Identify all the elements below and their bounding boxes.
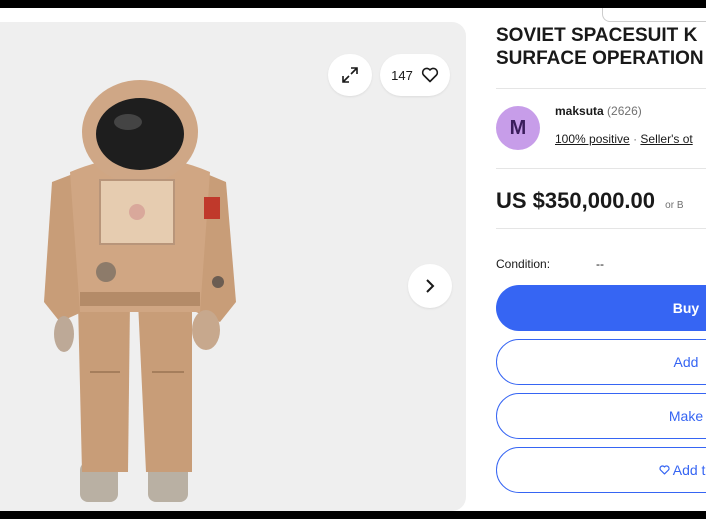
divider xyxy=(496,228,706,229)
condition-value: -- xyxy=(596,257,604,271)
expand-button[interactable] xyxy=(328,54,372,96)
buy-it-now-button[interactable]: Buy xyxy=(496,285,706,331)
product-image xyxy=(44,80,236,502)
listing-page: 147 SOVIET SPACESUIT K SURFACE OPERATION… xyxy=(0,8,706,511)
seller-feedback-count: (2626) xyxy=(607,104,642,118)
price-row: US $350,000.00 or B xyxy=(496,188,684,214)
seller-links: 100% positive · Seller's ot xyxy=(555,132,693,146)
add-to-watchlist-button[interactable]: Add to xyxy=(496,447,706,493)
image-gallery[interactable]: 147 xyxy=(0,22,466,511)
price: US $350,000.00 xyxy=(496,188,656,213)
buy-button-label: Buy xyxy=(672,300,700,316)
expand-icon xyxy=(342,67,358,83)
divider xyxy=(496,88,706,89)
price-suffix: or B xyxy=(665,200,684,211)
title-line-2: SURFACE OPERATION xyxy=(496,48,704,69)
heart-icon xyxy=(659,465,670,475)
watch-count: 147 xyxy=(391,67,413,83)
seller-avatar[interactable]: M xyxy=(496,106,540,150)
watchlist-label: Add to xyxy=(672,462,706,478)
make-offer-label: Make xyxy=(668,408,704,424)
bottom-border xyxy=(0,511,706,519)
next-image-button[interactable] xyxy=(408,264,452,308)
search-bar-edge[interactable] xyxy=(602,8,706,22)
seller-name[interactable]: maksuta xyxy=(555,104,604,118)
divider xyxy=(496,168,706,169)
seller-other-items-link[interactable]: Seller's ot xyxy=(640,132,692,146)
listing-title: SOVIET SPACESUIT K SURFACE OPERATION xyxy=(496,24,706,70)
watch-count-button[interactable]: 147 xyxy=(380,54,450,96)
add-cart-label: Add xyxy=(673,354,699,370)
seller-positive-link[interactable]: 100% positive xyxy=(555,132,630,146)
make-offer-button[interactable]: Make xyxy=(496,393,706,439)
seller-name-row[interactable]: maksuta (2626) xyxy=(555,104,642,118)
title-line-1: SOVIET SPACESUIT K xyxy=(496,25,698,46)
avatar-initial: M xyxy=(509,116,527,139)
add-to-cart-button[interactable]: Add xyxy=(496,339,706,385)
condition-label: Condition: xyxy=(496,257,551,271)
heart-icon xyxy=(421,67,438,83)
top-border xyxy=(0,0,706,8)
chevron-right-icon xyxy=(426,279,435,293)
